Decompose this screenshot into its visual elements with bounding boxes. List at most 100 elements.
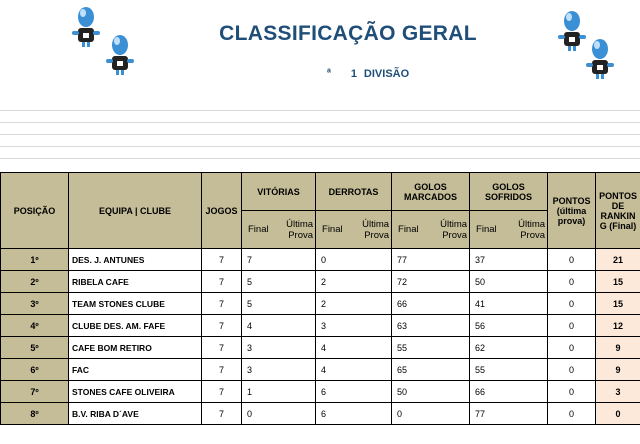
subheader-ultima-prova: Última Prova — [351, 210, 393, 249]
player-figure-icon — [106, 35, 134, 75]
golos-marcados-ultima-cell — [427, 292, 471, 315]
vitorias-final-cell: 1 — [241, 380, 276, 403]
club-cell: CLUBE DES. AM. FAFE — [68, 314, 202, 337]
division-label: 1a DIVISÃO — [326, 67, 410, 80]
golos-marcados-final-cell: 72 — [391, 270, 428, 293]
title-area: CLASSIFICAÇÃO GERAL 1a DIVISÃO — [0, 0, 640, 172]
vitorias-ultima-cell — [275, 292, 317, 315]
pontos-cell: 0 — [547, 358, 597, 381]
derrotas-ultima-cell — [351, 314, 393, 337]
header-golos-sofridos: GOLOS SOFRIDOS — [469, 172, 549, 211]
vitorias-ultima-cell — [275, 270, 317, 293]
club-cell: TEAM STONES CLUBE — [68, 292, 202, 315]
header-derrotas: DERROTAS — [315, 172, 393, 211]
vitorias-final-cell: 3 — [241, 358, 276, 381]
derrotas-ultima-cell — [351, 292, 393, 315]
golos-marcados-ultima-cell — [427, 248, 471, 271]
gridline — [0, 134, 640, 135]
club-cell: FAC — [68, 358, 202, 381]
pontos-cell: 0 — [547, 314, 597, 337]
golos-sofridos-final-cell: 66 — [469, 380, 506, 403]
gridline — [0, 110, 640, 111]
ranking-cell: 9 — [595, 358, 640, 381]
golos-sofridos-ultima-cell — [505, 314, 549, 337]
golos-sofridos-final-cell: 50 — [469, 270, 506, 293]
club-cell: STONES CAFE OLIVEIRA — [68, 380, 202, 403]
jogos-cell: 7 — [201, 358, 242, 381]
gridline — [0, 122, 640, 123]
vitorias-final-cell: 5 — [241, 270, 276, 293]
golos-sofridos-final-cell: 41 — [469, 292, 506, 315]
header-vitorias: VITÓRIAS — [240, 172, 317, 211]
pontos-cell: 0 — [547, 292, 597, 315]
header-posicao: POSIÇÃO — [0, 172, 69, 249]
derrotas-ultima-cell — [351, 380, 393, 403]
golos-marcados-ultima-cell — [427, 402, 471, 425]
header-jogos: JOGOS — [201, 172, 242, 249]
golos-marcados-final-cell: 66 — [391, 292, 428, 315]
jogos-cell: 7 — [201, 336, 242, 359]
derrotas-final-cell: 3 — [315, 314, 352, 337]
jogos-cell: 7 — [201, 380, 242, 403]
ranking-cell: 12 — [595, 314, 640, 337]
derrotas-final-cell: 6 — [315, 402, 352, 425]
derrotas-final-cell: 6 — [315, 380, 352, 403]
vitorias-ultima-cell — [275, 314, 317, 337]
vitorias-final-cell: 3 — [241, 336, 276, 359]
position-cell: 5º — [0, 336, 69, 359]
player-figure-icon — [72, 7, 100, 47]
pontos-cell: 0 — [547, 380, 597, 403]
golos-sofridos-final-cell: 55 — [469, 358, 506, 381]
derrotas-final-cell: 0 — [315, 248, 352, 271]
golos-sofridos-ultima-cell — [505, 336, 549, 359]
vitorias-ultima-cell — [275, 380, 317, 403]
golos-marcados-final-cell: 55 — [391, 336, 428, 359]
golos-marcados-final-cell: 50 — [391, 380, 428, 403]
ranking-cell: 9 — [595, 336, 640, 359]
derrotas-ultima-cell — [351, 358, 393, 381]
golos-sofridos-ultima-cell — [505, 270, 549, 293]
club-cell: B.V. RIBA D´AVE — [68, 402, 202, 425]
position-cell: 3º — [0, 292, 69, 315]
subheader-final: Final — [315, 210, 352, 249]
club-cell: RIBELA CAFE — [68, 270, 202, 293]
vitorias-final-cell: 0 — [241, 402, 276, 425]
pontos-cell: 0 — [547, 270, 597, 293]
vitorias-ultima-cell — [275, 336, 317, 359]
derrotas-ultima-cell — [351, 248, 393, 271]
subheader-final: Final — [391, 210, 428, 249]
gridline — [0, 146, 640, 147]
golos-marcados-ultima-cell — [427, 358, 471, 381]
vitorias-final-cell: 4 — [241, 314, 276, 337]
derrotas-ultima-cell — [351, 402, 393, 425]
table-row: 6º FAC 7 3 4 65 55 0 9 — [0, 358, 640, 381]
pontos-cell: 0 — [547, 336, 597, 359]
subheader-ultima-prova: Última Prova — [275, 210, 317, 249]
header-pontos-ranking: PONTOS DE RANKIN G (Final) — [595, 172, 640, 249]
golos-sofridos-final-cell: 56 — [469, 314, 506, 337]
golos-sofridos-ultima-cell — [505, 292, 549, 315]
ranking-cell: 15 — [595, 292, 640, 315]
golos-sofridos-ultima-cell — [505, 248, 549, 271]
table-row: 1º DES. J. ANTUNES 7 7 0 77 37 0 21 — [0, 248, 640, 271]
golos-marcados-final-cell: 65 — [391, 358, 428, 381]
club-cell: DES. J. ANTUNES — [68, 248, 202, 271]
position-cell: 6º — [0, 358, 69, 381]
position-cell: 7º — [0, 380, 69, 403]
golos-sofridos-final-cell: 37 — [469, 248, 506, 271]
golos-sofridos-ultima-cell — [505, 402, 549, 425]
table-row: 4º CLUBE DES. AM. FAFE 7 4 3 63 56 0 12 — [0, 314, 640, 337]
position-cell: 1º — [0, 248, 69, 271]
club-cell: CAFE BOM RETIRO — [68, 336, 202, 359]
jogos-cell: 7 — [201, 270, 242, 293]
ranking-cell: 3 — [595, 380, 640, 403]
header-golos-marcados: GOLOS MARCADOS — [391, 172, 471, 211]
golos-sofridos-ultima-cell — [505, 358, 549, 381]
derrotas-ultima-cell — [351, 270, 393, 293]
table-row: 8º B.V. RIBA D´AVE 7 0 6 0 77 0 0 — [0, 402, 640, 425]
golos-marcados-final-cell: 63 — [391, 314, 428, 337]
standings-rows: 1º DES. J. ANTUNES 7 7 0 77 37 0 21 2º RIBELA CAFE… — [0, 248, 640, 425]
table-row: 2º RIBELA CAFE 7 5 2 72 50 0 15 — [0, 270, 640, 293]
table-row: 7º STONES CAFE OLIVEIRA 7 1 6 50 66 0 3 — [0, 380, 640, 403]
vitorias-final-cell: 5 — [241, 292, 276, 315]
